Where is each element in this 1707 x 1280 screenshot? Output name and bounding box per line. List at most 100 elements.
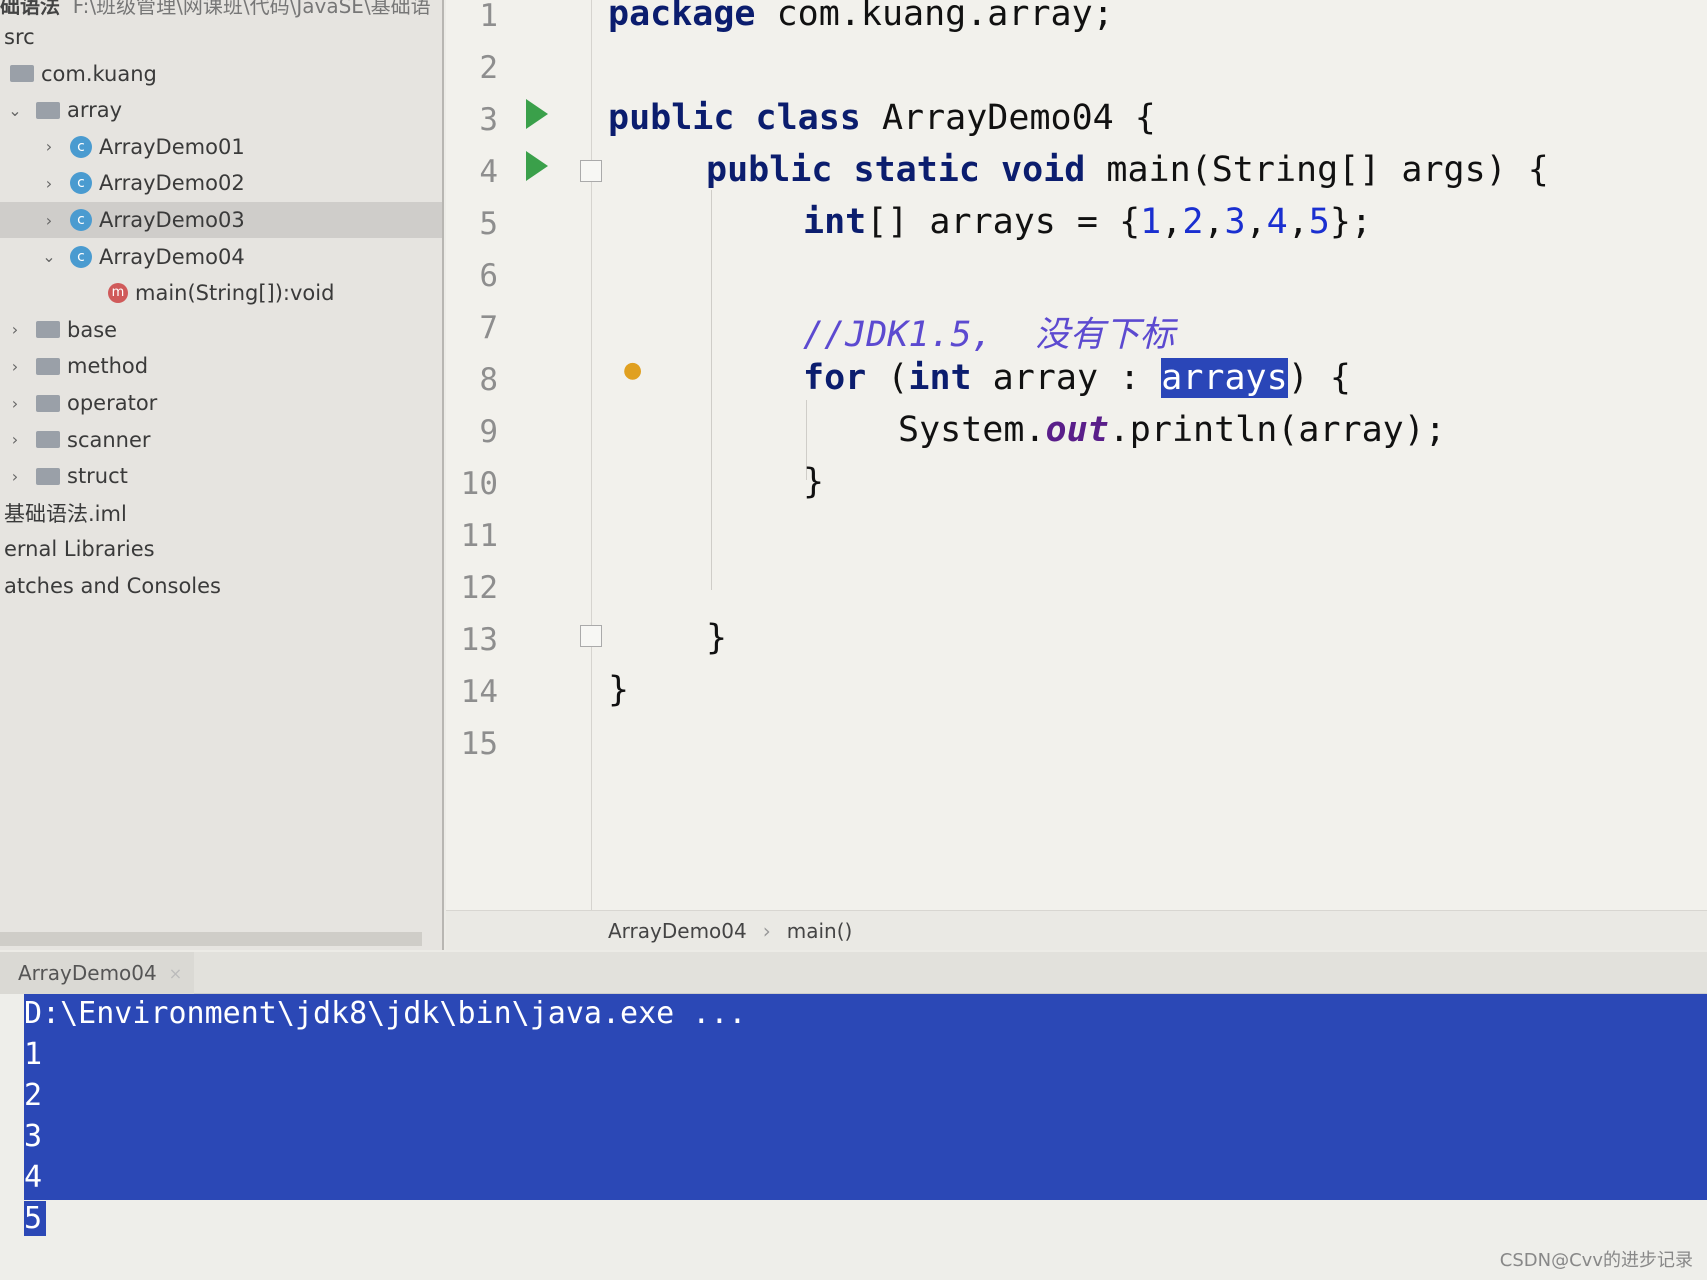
fold-icon[interactable] xyxy=(580,160,602,182)
method-icon: m xyxy=(108,283,128,304)
breadcrumb-method[interactable]: main() xyxy=(787,919,853,943)
line-number: 8 xyxy=(479,362,498,398)
chevron-right-icon[interactable]: › xyxy=(38,174,60,193)
project-header: 础语法 F:\班级管理\网课班\代码\JavaSE\基础语 xyxy=(0,0,431,18)
class-icon: c xyxy=(70,172,92,195)
class-icon: c xyxy=(70,135,92,158)
line-number: 7 xyxy=(479,310,498,346)
tree-item-label: struct xyxy=(67,464,128,489)
tree-item[interactable]: ernal Libraries xyxy=(4,531,155,567)
tree-item-label: method xyxy=(67,354,149,379)
tree-item-label: base xyxy=(67,317,118,342)
tree-item-label: com.kuang xyxy=(41,61,157,86)
class-icon: c xyxy=(70,245,92,268)
folder-icon xyxy=(36,321,60,339)
code-line-10: } xyxy=(803,462,825,502)
tree-item-label: ArrayDemo03 xyxy=(99,208,245,232)
tree-item-label: main(String[]):void xyxy=(135,281,335,306)
chevron-right-icon[interactable]: › xyxy=(4,357,26,376)
folder-icon xyxy=(36,357,60,375)
code-line-13: } xyxy=(706,618,728,658)
chevron-down-icon[interactable]: ⌄ xyxy=(4,101,26,120)
chevron-right-icon[interactable]: › xyxy=(38,137,60,156)
console-output[interactable]: D:\Environment\jdk8\jdk\bin\java.exe ...… xyxy=(0,994,1707,1280)
lightbulb-icon[interactable]: ● xyxy=(623,358,642,383)
line-number: 6 xyxy=(479,258,498,294)
tree-item[interactable]: › struct xyxy=(4,458,128,494)
indent-guide xyxy=(711,190,712,590)
folder-icon xyxy=(36,431,60,449)
tree-item-label: operator xyxy=(67,391,158,415)
tree-item-label: ArrayDemo04 xyxy=(99,244,245,269)
line-number: 1 xyxy=(479,0,498,34)
tree-item-label: 基础语法.iml xyxy=(4,501,127,526)
line-number: 14 xyxy=(460,674,498,710)
line-number: 3 xyxy=(479,102,498,138)
tree-item[interactable]: 基础语法.iml xyxy=(4,495,127,531)
run-main-icon[interactable] xyxy=(526,151,548,181)
tree-item[interactable]: › c ArrayDemo01 xyxy=(38,129,245,165)
code-line-8: for (int array : arrays) { xyxy=(803,358,1351,398)
tree-item[interactable]: ⌄ array xyxy=(4,92,122,128)
line-number: 4 xyxy=(479,154,498,190)
horizontal-scrollbar[interactable] xyxy=(0,932,422,946)
console-line: 1 xyxy=(24,1037,43,1072)
gutter: 1 2 3 4 5 6 7 8 9 10 11 12 13 14 15 xyxy=(446,0,592,910)
tree-item-label: ernal Libraries xyxy=(4,537,155,562)
tree-item-label: src xyxy=(4,25,35,49)
tree-item[interactable]: › method xyxy=(4,348,148,384)
selected-text[interactable]: arrays xyxy=(1161,358,1288,398)
breadcrumb-class[interactable]: ArrayDemo04 xyxy=(608,919,747,943)
console-line: 5 xyxy=(24,1201,47,1236)
code-editor[interactable]: 1 2 3 4 5 6 7 8 9 10 11 12 13 14 15 ● package com.kuan… xyxy=(446,0,1707,910)
line-number: 12 xyxy=(460,570,498,606)
chevron-right-icon[interactable]: › xyxy=(4,394,26,413)
console-line: 2 xyxy=(24,1078,43,1113)
tree-item[interactable]: › c ArrayDemo02 xyxy=(38,165,245,201)
class-icon: c xyxy=(70,209,92,231)
run-tab[interactable]: ArrayDemo04 × xyxy=(0,952,195,994)
line-number: 5 xyxy=(479,206,498,242)
tree-item[interactable]: m main(String[]):void xyxy=(0,275,334,311)
tree-item-label: atches and Consoles xyxy=(4,574,221,598)
folder-icon xyxy=(36,467,60,485)
fold-icon[interactable] xyxy=(580,625,602,647)
code-line-1: package com.kuang.array; xyxy=(608,0,1114,34)
tree-item[interactable]: ⌄ c ArrayDemo04 xyxy=(38,239,245,275)
chevron-right-icon[interactable]: › xyxy=(4,467,26,486)
folder-icon xyxy=(10,65,34,83)
line-number: 9 xyxy=(479,414,498,450)
tree-item[interactable]: › scanner xyxy=(4,422,151,458)
watermark: CSDN@Cvv的进步记录 xyxy=(1499,1250,1693,1271)
code-line-14: } xyxy=(608,670,630,710)
console-line: 3 xyxy=(24,1119,43,1154)
chevron-down-icon[interactable]: ⌄ xyxy=(38,247,60,266)
code-line-4: public static void main(String[] args) { xyxy=(706,150,1549,190)
tree-item-label: scanner xyxy=(67,427,151,452)
project-tree-panel: 础语法 F:\班级管理\网课班\代码\JavaSE\基础语 src com.kua… xyxy=(0,0,444,950)
tree-item[interactable]: › base xyxy=(4,312,117,348)
code-line-5: int[] arrays = {1,2,3,4,5}; xyxy=(803,202,1373,242)
tree-item[interactable]: com.kuang xyxy=(4,56,157,92)
console-line: D:\Environment\jdk8\jdk\bin\java.exe ... xyxy=(24,996,747,1031)
breadcrumb: ArrayDemo04 › main() xyxy=(446,910,1707,950)
line-number: 11 xyxy=(460,518,498,554)
run-tool-tabbar: ArrayDemo04 × xyxy=(0,952,1707,994)
tree-item[interactable]: atches and Consoles xyxy=(4,568,221,604)
folder-icon xyxy=(36,394,60,412)
chevron-right-icon[interactable]: › xyxy=(4,430,26,449)
tree-item[interactable]: src xyxy=(4,19,35,55)
tree-item[interactable]: › operator xyxy=(4,385,158,421)
tree-item-label: ArrayDemo02 xyxy=(99,171,245,196)
console-line: 4 xyxy=(24,1160,43,1195)
tree-item-label: ArrayDemo01 xyxy=(99,134,245,159)
tree-item-label: array xyxy=(67,98,123,123)
run-class-icon[interactable] xyxy=(526,99,548,129)
chevron-right-icon[interactable]: › xyxy=(38,211,60,230)
code-line-3: public class ArrayDemo04 { xyxy=(608,98,1156,138)
line-number: 15 xyxy=(460,726,498,762)
chevron-right-icon[interactable]: › xyxy=(4,320,26,339)
tree-item[interactable]: › c ArrayDemo03 xyxy=(0,202,442,238)
breadcrumb-separator: › xyxy=(762,918,771,943)
close-icon[interactable]: × xyxy=(169,964,182,983)
